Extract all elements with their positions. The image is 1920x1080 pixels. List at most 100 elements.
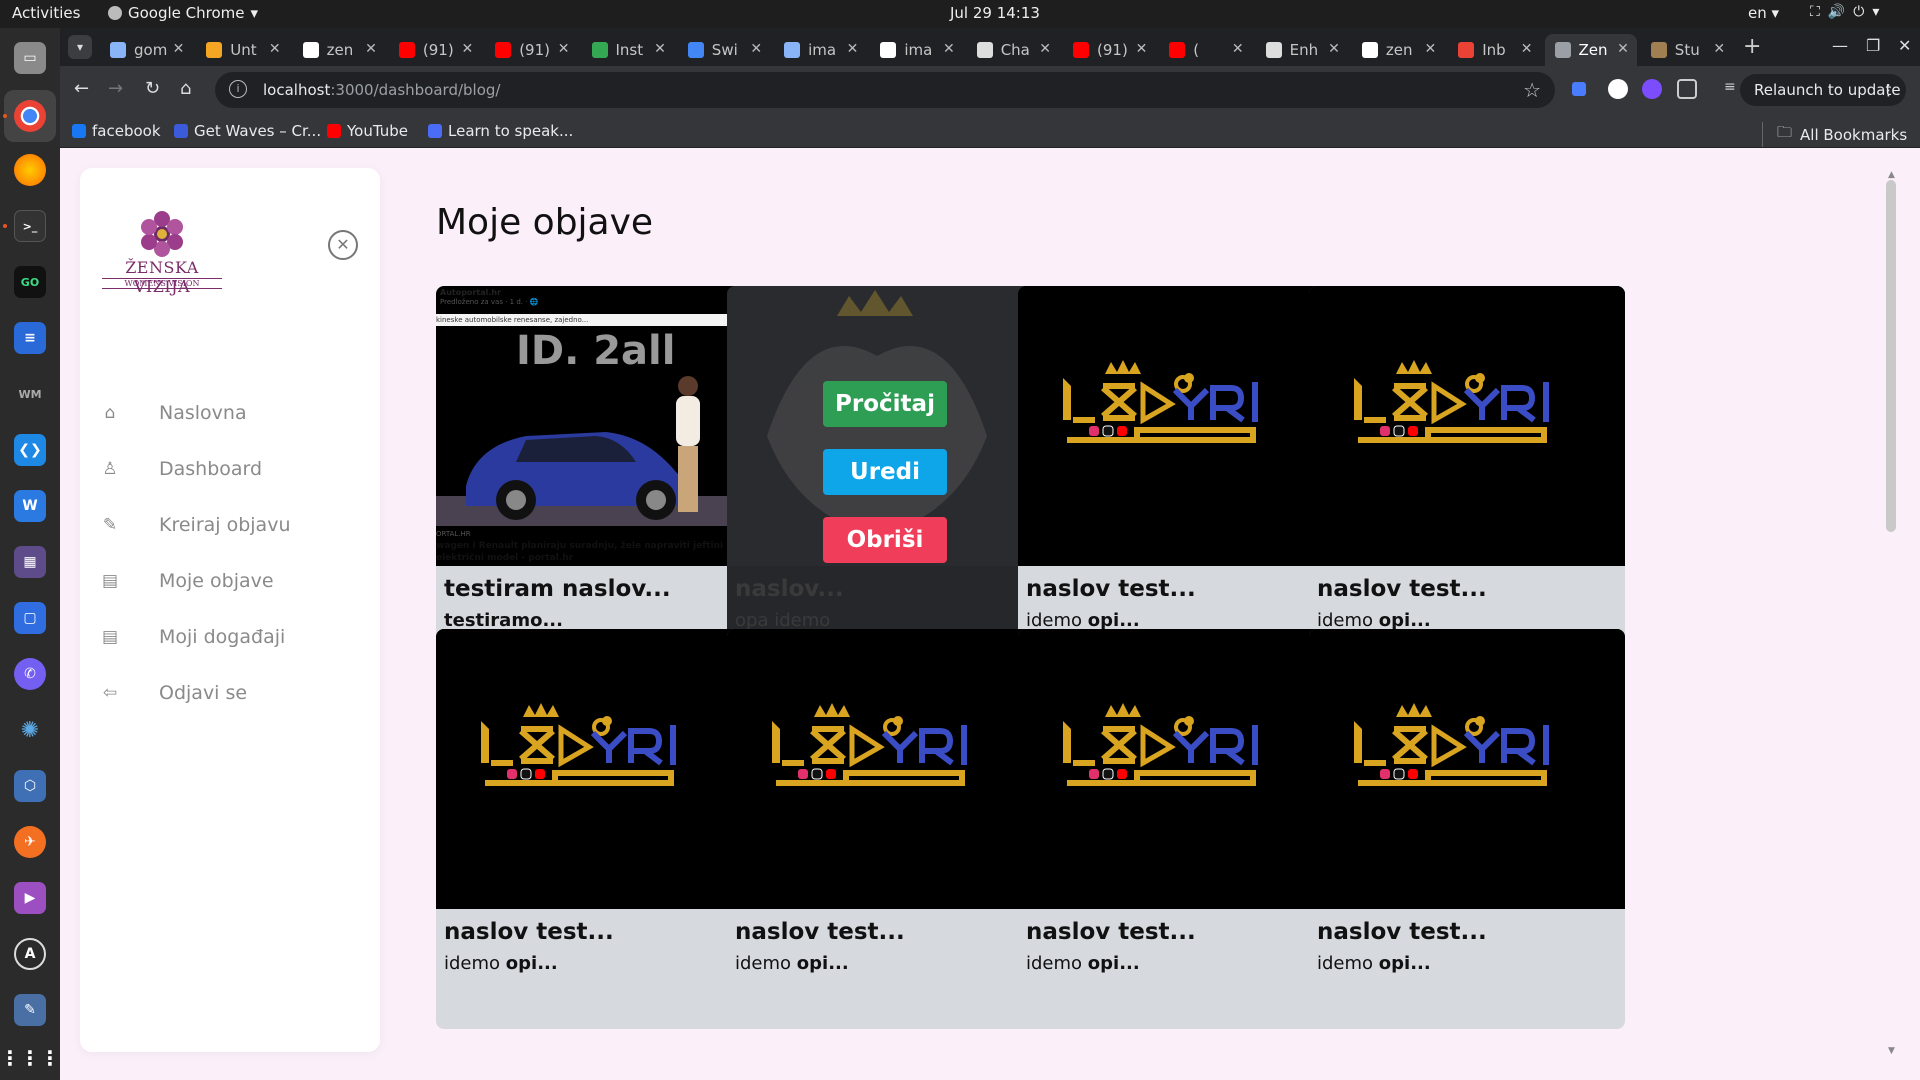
software-updater-icon[interactable]: A [14, 938, 46, 970]
files-icon[interactable]: ▭ [14, 42, 46, 74]
browser-tab[interactable]: zen ✕ [293, 34, 385, 66]
site-info-icon[interactable]: i [229, 80, 247, 98]
browser-tab[interactable]: Swi ✕ [678, 34, 770, 66]
blog-post-card[interactable]: naslov test... idemo opi... [436, 629, 752, 1029]
tab-close-icon[interactable]: ✕ [654, 41, 666, 57]
blog-post-card[interactable]: PročitajUrediObrišinaslov...opa idemoKre… [727, 286, 1043, 668]
tab-close-icon[interactable]: ✕ [365, 41, 377, 57]
maximize-icon[interactable]: ❐ [1866, 36, 1880, 55]
viber-icon[interactable]: ✆ [14, 658, 46, 690]
edit-button[interactable]: Uredi [823, 449, 947, 495]
tab-close-icon[interactable]: ✕ [173, 41, 185, 57]
url-text[interactable]: localhost:3000/dashboard/blog/ [263, 81, 500, 99]
bookmark-star-icon[interactable]: ☆ [1523, 78, 1541, 102]
sidebar-item-odjavi-se[interactable]: ⇦ Odjavi se [100, 673, 360, 713]
tab-close-icon[interactable]: ✕ [750, 41, 762, 57]
sidebar-item-moje-objave[interactable]: ▤ Moje objave [100, 561, 360, 601]
browser-tab[interactable]: Cha ✕ [967, 34, 1059, 66]
all-bookmarks-button[interactable]: 🗀 All Bookmarks [1762, 122, 1907, 147]
blog-post-card[interactable]: naslov test... idemo opi... [1018, 629, 1334, 1029]
tab-close-icon[interactable]: ✕ [558, 41, 570, 57]
tab-close-icon[interactable]: ✕ [943, 41, 955, 57]
media-player-icon[interactable]: ▶ [14, 882, 46, 914]
firefox-icon[interactable] [14, 154, 46, 186]
tab-close-icon[interactable]: ✕ [1232, 41, 1244, 57]
bookmark-item[interactable]: YouTube [327, 122, 408, 140]
forward-icon[interactable]: → [108, 78, 123, 99]
extension-pen-icon[interactable] [1572, 82, 1586, 96]
tab-close-icon[interactable]: ✕ [847, 41, 859, 57]
minimize-icon[interactable]: — [1832, 36, 1848, 55]
browser-tab[interactable]: Unt ✕ [196, 34, 288, 66]
blog-post-card[interactable]: naslov test... idemo opi... [1309, 629, 1625, 1029]
system-tray[interactable]: ⛶🔊⏻▾ [1810, 4, 1887, 20]
vscode-icon[interactable]: ❮❯ [14, 434, 46, 466]
scroll-down-arrow[interactable]: ▼ [1888, 1046, 1895, 1056]
browser-tab[interactable]: (91) ✕ [389, 34, 481, 66]
goland-icon[interactable]: GO [14, 266, 46, 298]
webstorm-icon[interactable]: W [14, 490, 46, 522]
app-menu[interactable]: Google Chrome ▾ [108, 4, 258, 22]
sidebar-item-naslovna[interactable]: ⌂ Naslovna [100, 393, 360, 433]
extensions-puzzle-icon[interactable] [1677, 79, 1697, 99]
browser-tab[interactable]: gom ✕ [100, 34, 192, 66]
sidebar-item-kreiraj-objavu[interactable]: ✎ Kreiraj objavu [100, 505, 360, 545]
close-sidebar-icon[interactable]: ✕ [328, 230, 358, 260]
sidebar-item-moji-događaji[interactable]: ▤ Moji događaji [100, 617, 360, 657]
close-window-icon[interactable]: ✕ [1898, 36, 1911, 55]
terminal-icon[interactable]: >_ [14, 210, 46, 242]
bookmark-item[interactable]: Get Waves – Cr... [174, 122, 321, 140]
read-button[interactable]: Pročitaj [823, 381, 947, 427]
screenshot-icon[interactable]: ▢ [14, 602, 46, 634]
spiral-icon[interactable]: ✺ [14, 714, 46, 746]
back-icon[interactable]: ← [74, 78, 89, 99]
writer-icon[interactable]: ≡ [14, 322, 46, 354]
tab-close-icon[interactable]: ✕ [269, 41, 281, 57]
reload-icon[interactable]: ↻ [145, 78, 160, 99]
browser-tab[interactable]: (✕ [1159, 34, 1251, 66]
relaunch-button[interactable]: Relaunch to update ⋮ [1740, 74, 1906, 106]
tab-close-icon[interactable]: ✕ [1136, 41, 1148, 57]
extension-circle-icon[interactable] [1608, 79, 1628, 99]
chrome-dock-icon[interactable] [14, 100, 46, 132]
scroll-up-arrow[interactable]: ▲ [1888, 170, 1895, 180]
address-bar[interactable]: i localhost:3000/dashboard/blog/ ☆ [215, 72, 1555, 108]
sidebar-item-dashboard[interactable]: ♙ Dashboard [100, 449, 360, 489]
browser-tab[interactable]: zen ✕ [1352, 34, 1444, 66]
browser-tab[interactable]: Stu ✕ [1641, 34, 1733, 66]
tab-close-icon[interactable]: ✕ [1328, 41, 1340, 57]
language-indicator[interactable]: en ▾ [1748, 4, 1779, 22]
logo[interactable]: ŽENSKA VIZIJA WOMENS VISION [102, 208, 222, 296]
show-apps-icon[interactable]: ⋮⋮⋮ [0, 1042, 60, 1074]
clock[interactable]: Jul 29 14:13 [950, 4, 1040, 22]
browser-tab[interactable]: (91) ✕ [485, 34, 577, 66]
delete-button[interactable]: Obriši [823, 517, 947, 563]
bookmark-item[interactable]: facebook [72, 122, 161, 140]
tab-search-button[interactable]: ▾ [68, 35, 92, 59]
new-tab-button[interactable]: + [1743, 34, 1761, 59]
extension-purple-icon[interactable] [1642, 79, 1662, 99]
activities-button[interactable]: Activities [12, 4, 80, 22]
wm-icon[interactable]: WM [14, 378, 46, 410]
vertical-scrollbar[interactable] [1886, 180, 1896, 532]
browser-tab[interactable]: ima ✕ [774, 34, 866, 66]
browser-tab[interactable]: (91) ✕ [1063, 34, 1155, 66]
browser-tab[interactable]: Inst ✕ [582, 34, 674, 66]
tab-close-icon[interactable]: ✕ [1521, 41, 1533, 57]
tab-close-icon[interactable]: ✕ [1713, 41, 1725, 57]
virtualbox-icon[interactable]: ⬡ [14, 770, 46, 802]
blog-post-card[interactable]: naslov test...idemo opi...Kreirano: 29/0… [1309, 286, 1625, 668]
browser-tab[interactable]: Zen ✕ [1544, 34, 1637, 66]
blog-post-card[interactable]: naslov test...idemo opi...Kreirano: 29/0… [1018, 286, 1334, 668]
tab-close-icon[interactable]: ✕ [1424, 41, 1436, 57]
blog-post-card[interactable]: naslov test... idemo opi... [727, 629, 1043, 1029]
bookmark-item[interactable]: Learn to speak... [428, 122, 573, 140]
tab-close-icon[interactable]: ✕ [1617, 41, 1629, 57]
tab-close-icon[interactable]: ✕ [461, 41, 473, 57]
browser-tab[interactable]: Enh ✕ [1256, 34, 1348, 66]
tab-close-icon[interactable]: ✕ [1039, 41, 1051, 57]
video-editor-icon[interactable]: ▦ [14, 546, 46, 578]
postman-icon[interactable]: ✈ [14, 826, 46, 858]
home-icon[interactable]: ⌂ [180, 78, 191, 99]
text-editor-icon[interactable]: ✎ [14, 994, 46, 1026]
